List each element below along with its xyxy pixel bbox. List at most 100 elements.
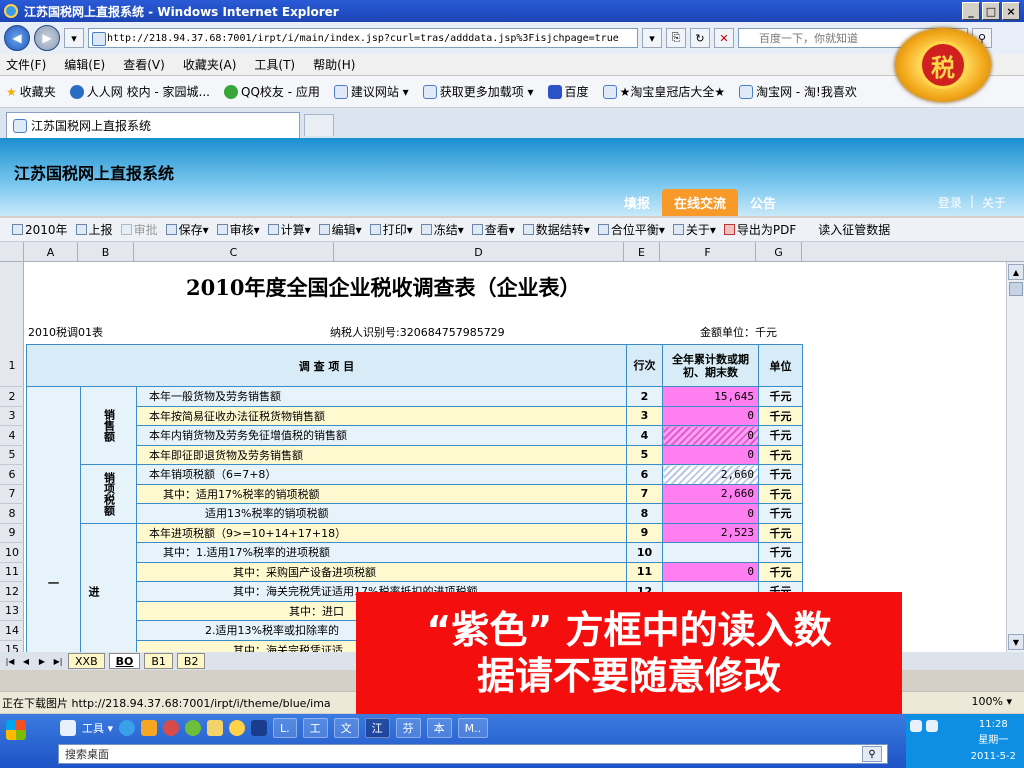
- amount-cell[interactable]: 2,523: [662, 522, 759, 543]
- fav-qq[interactable]: QQ校友 - 应用: [224, 83, 320, 100]
- sheet-tab-xxb[interactable]: XXB: [68, 653, 105, 669]
- app-launch-icon[interactable]: [185, 720, 202, 736]
- app-launch-icon[interactable]: [251, 720, 268, 736]
- tab-jiangsu-tax[interactable]: 江苏国税网上直报系统: [6, 112, 300, 138]
- scroll-up-icon[interactable]: ▲: [1008, 264, 1024, 280]
- app-launch-icon[interactable]: [163, 720, 180, 736]
- row-number[interactable]: 1: [0, 344, 24, 387]
- column-g[interactable]: G: [756, 242, 802, 262]
- row-number[interactable]: 5: [0, 446, 24, 465]
- menu-edit[interactable]: 编辑(E): [64, 56, 105, 73]
- menu-favorites[interactable]: 收藏夹(A): [183, 56, 237, 73]
- url-input[interactable]: http://218.94.37.68:7001/irpt/i/main/ind…: [88, 28, 638, 48]
- address-dropdown-icon[interactable]: ▾: [642, 28, 662, 48]
- ie-launch-icon[interactable]: [119, 720, 136, 736]
- desktop-icon[interactable]: [60, 720, 76, 736]
- amount-cell[interactable]: 15,645: [662, 386, 759, 407]
- favorites-button[interactable]: ★ 收藏夹: [6, 83, 56, 100]
- next-sheet-icon[interactable]: ▶: [36, 655, 48, 667]
- corner-cell[interactable]: [0, 242, 24, 262]
- sheet-tab-b1[interactable]: B1: [144, 653, 173, 669]
- task-button[interactable]: M..: [457, 718, 489, 738]
- toolbar-year[interactable]: 2010年: [12, 221, 68, 238]
- volume-icon[interactable]: [926, 720, 938, 732]
- amount-cell[interactable]: 2,660: [662, 464, 759, 485]
- row-number[interactable]: 13: [0, 602, 24, 621]
- amount-cell[interactable]: 0: [662, 425, 759, 446]
- fav-taobao[interactable]: 淘宝网 - 淘!我喜欢: [739, 83, 857, 100]
- desktop-search-icon[interactable]: ⚲: [862, 746, 882, 762]
- zoom-control[interactable]: 100% ▾: [972, 695, 1012, 708]
- nav-announcements[interactable]: 公告: [738, 189, 788, 216]
- toolbar-audit[interactable]: 审核▾: [216, 221, 260, 238]
- back-button[interactable]: ◀: [4, 25, 30, 51]
- refresh-icon[interactable]: ↻: [690, 28, 710, 48]
- toolbar-submit[interactable]: 上报: [75, 221, 113, 238]
- start-button[interactable]: [6, 720, 26, 740]
- amount-cell[interactable]: 2,660: [662, 483, 759, 504]
- row-number[interactable]: 6: [0, 465, 24, 485]
- stop-icon[interactable]: ✕: [714, 28, 734, 48]
- toolbar-print[interactable]: 打印▾: [369, 221, 413, 238]
- row-number[interactable]: 2: [0, 387, 24, 407]
- row-number[interactable]: 9: [0, 524, 24, 543]
- row-number[interactable]: 14: [0, 621, 24, 641]
- menu-tools[interactable]: 工具(T): [254, 56, 295, 73]
- app-launch-icon[interactable]: [141, 720, 158, 736]
- first-sheet-icon[interactable]: |◀: [4, 655, 16, 667]
- task-button[interactable]: 文: [333, 718, 359, 738]
- column-e[interactable]: E: [624, 242, 660, 262]
- history-dropdown-icon[interactable]: ▾: [64, 28, 84, 48]
- vertical-scrollbar[interactable]: ▲ ▼: [1006, 262, 1024, 652]
- last-sheet-icon[interactable]: ▶|: [52, 655, 64, 667]
- login-link[interactable]: 登录: [938, 194, 962, 211]
- sheet-tab-bo[interactable]: BO: [108, 653, 141, 669]
- row-number[interactable]: 15: [0, 641, 24, 652]
- maximize-button[interactable]: □: [982, 2, 1000, 20]
- scroll-down-icon[interactable]: ▼: [1008, 634, 1024, 650]
- column-b[interactable]: B: [78, 242, 134, 262]
- task-button[interactable]: 工: [302, 718, 328, 738]
- toolbar-export-pdf[interactable]: 导出为PDF: [723, 221, 796, 238]
- new-tab-button[interactable]: [304, 114, 334, 136]
- toolbar-about[interactable]: 关于▾: [672, 221, 716, 238]
- amount-cell[interactable]: 0: [662, 405, 759, 426]
- task-button[interactable]: L.: [273, 718, 297, 738]
- close-button[interactable]: ×: [1002, 2, 1020, 20]
- folder-icon[interactable]: [207, 720, 224, 736]
- fav-addons[interactable]: 获取更多加载项 ▾: [422, 83, 534, 100]
- menu-view[interactable]: 查看(V): [123, 56, 165, 73]
- fav-taobao-crown[interactable]: ★淘宝皇冠店大全★: [602, 83, 725, 100]
- clock[interactable]: 11:28 星期一 2011-5-2: [971, 717, 1016, 765]
- tools-menu[interactable]: 工具 ▾: [82, 720, 113, 736]
- desktop-search-input[interactable]: 搜索桌面: [58, 744, 888, 764]
- sheet-tab-b2[interactable]: B2: [176, 653, 206, 669]
- minimize-button[interactable]: _: [962, 2, 980, 20]
- task-button[interactable]: 本: [426, 718, 452, 738]
- amount-cell[interactable]: 0: [662, 503, 759, 524]
- row-number[interactable]: 7: [0, 485, 24, 504]
- toolbar-carryover[interactable]: 数据结转▾: [522, 221, 590, 238]
- amount-cell[interactable]: 0: [662, 561, 759, 582]
- network-icon[interactable]: [910, 720, 922, 732]
- row-number[interactable]: 4: [0, 426, 24, 446]
- about-link[interactable]: 关于: [982, 194, 1006, 211]
- column-a[interactable]: A: [24, 242, 78, 262]
- compatibility-icon[interactable]: ⎘: [666, 28, 686, 48]
- toolbar-view[interactable]: 查看▾: [471, 221, 515, 238]
- task-button-active[interactable]: 江: [364, 718, 390, 738]
- row-number[interactable]: 3: [0, 407, 24, 426]
- menu-help[interactable]: 帮助(H): [313, 56, 355, 73]
- row-number[interactable]: 10: [0, 543, 24, 563]
- row-number[interactable]: 8: [0, 504, 24, 524]
- nav-online-chat[interactable]: 在线交流: [662, 189, 739, 216]
- amount-cell[interactable]: [662, 542, 759, 563]
- scroll-thumb[interactable]: [1009, 282, 1023, 296]
- fav-suggested[interactable]: 建议网站 ▾: [333, 83, 409, 100]
- fav-baidu[interactable]: 百度: [547, 83, 589, 100]
- prev-sheet-icon[interactable]: ◀: [20, 655, 32, 667]
- menu-file[interactable]: 文件(F): [6, 56, 46, 73]
- qq-icon[interactable]: [229, 720, 246, 736]
- toolbar-balance[interactable]: 合位平衡▾: [597, 221, 665, 238]
- fav-renren[interactable]: 人人网 校内 - 家园城...: [69, 83, 210, 100]
